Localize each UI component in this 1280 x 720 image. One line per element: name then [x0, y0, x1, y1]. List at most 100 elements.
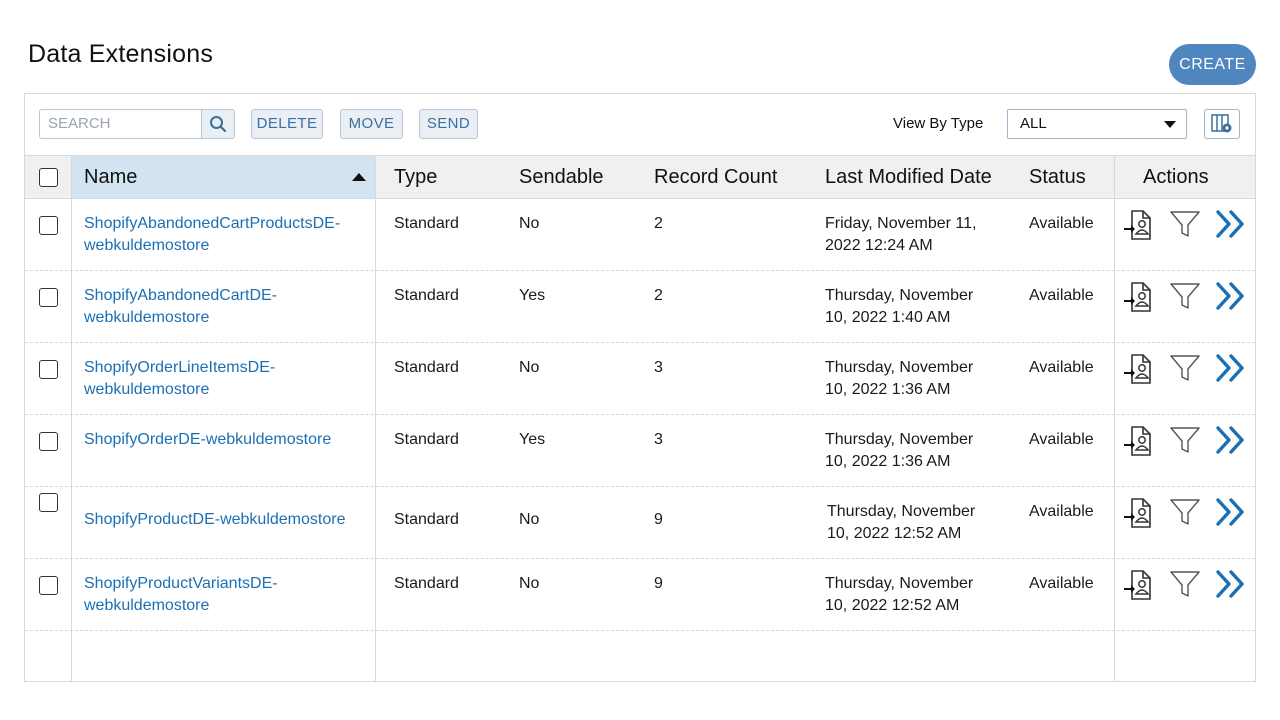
status-cell: Available [1029, 503, 1094, 520]
filter-button[interactable] [1168, 496, 1202, 528]
import-contacts-icon [1124, 354, 1151, 384]
column-header-name-label: Name [84, 166, 138, 188]
name-line: webkuldemostore [84, 237, 210, 254]
data-extension-name-link[interactable]: ShopifyProductVariantsDE- webkuldemostor… [84, 573, 278, 617]
sendable-cell: No [519, 359, 540, 376]
more-actions-button[interactable] [1214, 424, 1248, 456]
last-modified-cell: Thursday, November 10, 2022 1:36 AM [825, 357, 973, 401]
more-actions-button[interactable] [1214, 352, 1248, 384]
data-extension-name-link[interactable]: ShopifyAbandonedCartProductsDE- webkulde… [84, 213, 340, 257]
sort-ascending-icon [352, 173, 366, 181]
sendable-cell: No [519, 511, 540, 528]
record-count-cell: 3 [654, 359, 663, 376]
table-row: ShopifyProductDE-webkuldemostore Standar… [25, 487, 1255, 559]
column-header-type[interactable]: Type [394, 156, 437, 198]
column-header-record-count[interactable]: Record Count [654, 156, 777, 198]
double-chevron-right-icon [1216, 426, 1244, 454]
row-checkbox[interactable] [39, 216, 58, 235]
double-chevron-right-icon [1216, 354, 1244, 382]
filter-icon [1170, 211, 1200, 237]
caret-down-icon [1164, 121, 1176, 128]
more-actions-button[interactable] [1214, 496, 1248, 528]
filter-button[interactable] [1168, 280, 1202, 312]
double-chevron-right-icon [1216, 282, 1244, 310]
modified-line: 10, 2022 1:36 AM [825, 381, 951, 398]
type-cell: Standard [394, 575, 459, 592]
filter-button[interactable] [1168, 424, 1202, 456]
modified-line: Thursday, November [825, 287, 974, 304]
view-by-type-label: View By Type [893, 115, 984, 132]
more-actions-button[interactable] [1214, 280, 1248, 312]
import-contacts-icon [1124, 426, 1151, 456]
data-extension-name-link[interactable]: ShopifyProductDE-webkuldemostore [84, 509, 345, 531]
search-button[interactable] [201, 109, 235, 139]
name-line: webkuldemostore [84, 309, 210, 326]
import-contacts-button[interactable] [1122, 423, 1154, 459]
name-line: ShopifyProductDE-webkuldemostore [84, 511, 346, 528]
search-input[interactable]: SEARCH [39, 109, 201, 139]
table-row: ShopifyProductVariantsDE- webkuldemostor… [25, 559, 1255, 631]
import-contacts-button[interactable] [1122, 279, 1154, 315]
type-cell: Standard [394, 287, 459, 304]
create-button[interactable]: CREATE [1169, 44, 1256, 85]
filter-button[interactable] [1168, 352, 1202, 384]
column-header-name[interactable]: Name [72, 156, 376, 198]
import-contacts-button[interactable] [1122, 207, 1154, 243]
name-line: ShopifyOrderDE-webkuldemostore [84, 431, 332, 448]
last-modified-cell: Thursday, November 10, 2022 12:52 AM [827, 501, 975, 545]
name-line: ShopifyAbandonedCartDE- [84, 287, 278, 304]
record-count-cell: 9 [654, 511, 663, 528]
type-cell: Standard [394, 511, 459, 528]
send-button[interactable]: SEND [419, 109, 478, 139]
filter-icon [1170, 355, 1200, 381]
move-button[interactable]: MOVE [340, 109, 403, 139]
row-checkbox[interactable] [39, 288, 58, 307]
select-all-checkbox[interactable] [39, 168, 58, 187]
modified-line: 10, 2022 1:40 AM [825, 309, 951, 326]
row-checkbox[interactable] [39, 576, 58, 595]
column-settings-icon [1211, 114, 1232, 133]
data-extension-name-link[interactable]: ShopifyAbandonedCartDE- webkuldemostore [84, 285, 277, 329]
data-extension-name-link[interactable]: ShopifyOrderLineItemsDE- webkuldemostore [84, 357, 275, 401]
import-contacts-icon [1124, 570, 1151, 600]
delete-button[interactable]: DELETE [251, 109, 323, 139]
column-header-last-modified[interactable]: Last Modified Date [825, 156, 992, 198]
modified-line: 10, 2022 12:52 AM [825, 597, 960, 614]
filter-button[interactable] [1168, 568, 1202, 600]
record-count-cell: 3 [654, 431, 663, 448]
status-cell: Available [1029, 215, 1094, 232]
column-settings-button[interactable] [1204, 109, 1240, 139]
filter-button[interactable] [1168, 208, 1202, 240]
last-modified-cell: Thursday, November 10, 2022 1:36 AM [825, 429, 973, 473]
row-checkbox[interactable] [39, 432, 58, 451]
name-line: webkuldemostore [84, 597, 210, 614]
table-row: ShopifyOrderLineItemsDE- webkuldemostore… [25, 343, 1255, 415]
status-cell: Available [1029, 431, 1094, 448]
import-contacts-icon [1124, 210, 1151, 240]
type-cell: Standard [394, 215, 459, 232]
import-contacts-button[interactable] [1122, 351, 1154, 387]
filter-icon [1170, 571, 1200, 597]
sendable-cell: No [519, 575, 540, 592]
status-cell: Available [1029, 287, 1094, 304]
type-cell: Standard [394, 359, 459, 376]
column-header-sendable[interactable]: Sendable [519, 156, 604, 198]
modified-line: Thursday, November [827, 503, 976, 520]
last-modified-cell: Thursday, November 10, 2022 12:52 AM [825, 573, 973, 617]
view-by-type-select[interactable]: ALL [1007, 109, 1187, 139]
record-count-cell: 2 [654, 287, 663, 304]
table-row: ShopifyAbandonedCartDE- webkuldemostore … [25, 271, 1255, 343]
data-extension-name-link[interactable]: ShopifyOrderDE-webkuldemostore [84, 429, 331, 451]
import-contacts-button[interactable] [1122, 495, 1154, 531]
sendable-cell: Yes [519, 431, 546, 448]
row-checkbox[interactable] [39, 360, 58, 379]
column-header-actions: Actions [1143, 166, 1209, 188]
modified-line: Thursday, November [825, 359, 974, 376]
column-header-status[interactable]: Status [1029, 156, 1086, 198]
import-contacts-button[interactable] [1122, 567, 1154, 603]
name-line: ShopifyAbandonedCartProductsDE- [84, 215, 341, 232]
more-actions-button[interactable] [1214, 208, 1248, 240]
name-line: ShopifyProductVariantsDE- [84, 575, 278, 592]
row-checkbox[interactable] [39, 493, 58, 512]
more-actions-button[interactable] [1214, 568, 1248, 600]
